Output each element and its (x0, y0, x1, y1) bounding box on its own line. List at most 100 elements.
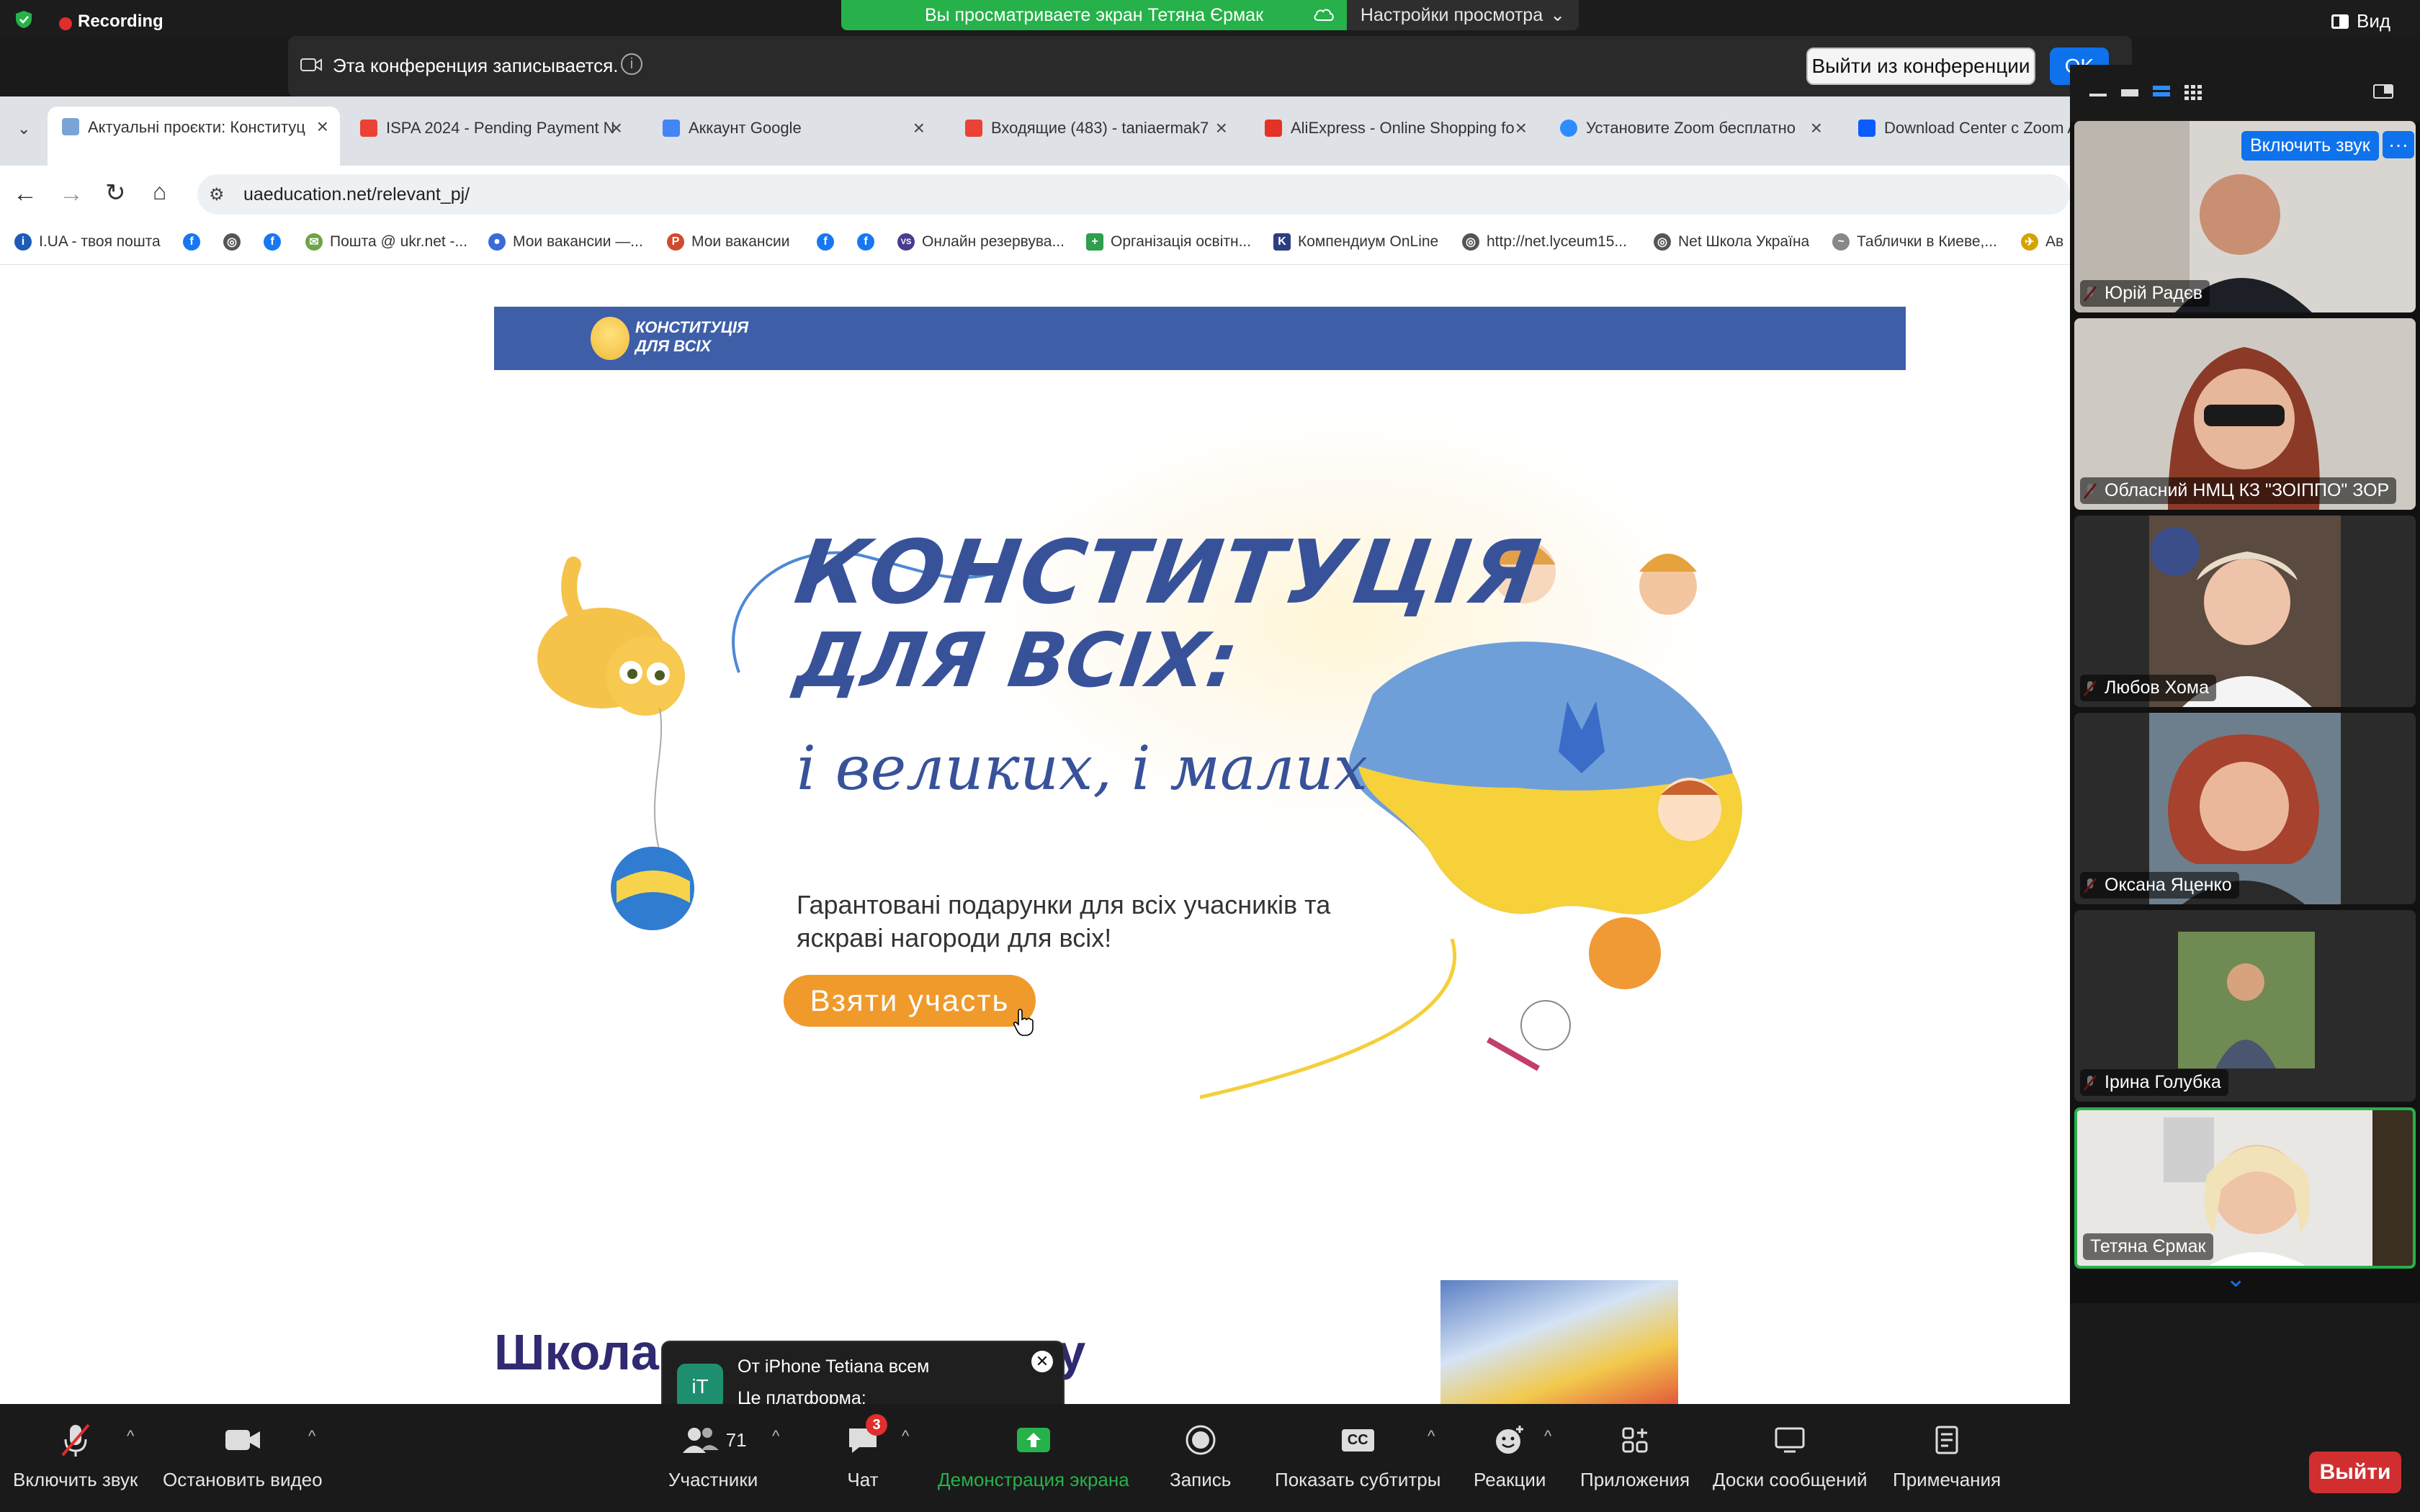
grid-view-icon (2331, 14, 2349, 29)
participant-tile-active-speaker[interactable]: Тетяна Єрмак (2074, 1107, 2416, 1269)
participant-tile[interactable]: Оксана Яценко (2074, 713, 2416, 904)
forward-arrow-icon[interactable]: → (59, 180, 84, 208)
web-page: КОНСТИТУЦІЯ ДЛЯ ВСІХ КОНСТИТУЦІЯ ДЛЯ ВСІ… (0, 265, 2070, 1404)
show-captions-button[interactable]: CC Показать субтитры (1275, 1421, 1440, 1491)
bookmark-label: Мои вакансии —... (513, 233, 643, 250)
participants-button[interactable]: 71 Участники (668, 1421, 758, 1491)
expand-panel-icon[interactable] (2372, 82, 2394, 101)
site-logo-icon[interactable] (591, 317, 629, 360)
close-icon[interactable]: × (1811, 117, 1822, 140)
bookmark[interactable]: f (817, 233, 834, 251)
chat-button[interactable]: 3 Чат (844, 1414, 887, 1491)
leave-meeting-button[interactable]: Выйти (2309, 1452, 2401, 1493)
tab-active[interactable]: Актуальні проєкти: Конституц × (48, 107, 340, 166)
reactions-label: Реакции (1474, 1469, 1546, 1490)
video-options-chevron-icon[interactable]: ^ (308, 1427, 315, 1446)
notes-button[interactable]: Примечания (1893, 1421, 2001, 1491)
participant-tile[interactable]: Включить звук ··· Юрій Радєв (2074, 121, 2416, 312)
bookmark[interactable]: ~ Таблички в Киеве,... (1832, 233, 1997, 251)
bookmark[interactable]: ✈ Ав (2021, 233, 2063, 251)
bookmark-label: Онлайн резервува... (922, 233, 1065, 250)
close-icon[interactable]: × (611, 117, 622, 140)
apps-icon (1616, 1421, 1654, 1459)
bookmark[interactable]: ◎ (223, 233, 241, 251)
tab-label: Download Center c Zoom A (1884, 119, 2070, 137)
unmute-label: Включить звук (13, 1469, 138, 1490)
tab[interactable]: Download Center c Zoom A (1844, 108, 2070, 148)
hand-cursor-icon (1013, 1009, 1034, 1036)
bookmark[interactable]: f (264, 233, 281, 251)
bookmark[interactable]: ◎ http://net.lyceum15... (1462, 233, 1627, 251)
stop-video-button[interactable]: Остановить видео (163, 1421, 323, 1491)
record-button[interactable]: Запись (1170, 1421, 1231, 1491)
captions-options-chevron-icon[interactable]: ^ (1428, 1427, 1435, 1446)
tab[interactable]: AliExpress - Online Shopping fo × (1250, 108, 1538, 148)
minimize-icon[interactable] (2087, 84, 2109, 101)
view-button[interactable]: Вид (2331, 10, 2390, 32)
url-text[interactable]: uaeducation.net/relevant_pj/ (243, 184, 470, 205)
tab[interactable]: ISPA 2024 - Pending Payment N × (346, 108, 634, 148)
bookmark-label: Ав (2045, 233, 2064, 250)
whiteboards-button[interactable]: Доски сообщений (1713, 1421, 1868, 1491)
back-arrow-icon[interactable]: ← (13, 180, 37, 208)
site-settings-icon[interactable]: ⚙ (209, 184, 225, 205)
logo-line-2: ДЛЯ ВСІХ (635, 337, 712, 355)
leave-conference-button[interactable]: Выйти из конференции (1806, 48, 2035, 85)
bookmark[interactable]: i I.UA - твоя пошта (14, 233, 161, 251)
view-settings-dropdown[interactable]: Настройки просмотра ⌄ (1347, 0, 1579, 30)
tab-search-icon[interactable]: ⌄ (17, 120, 30, 138)
participants-count: 71 (725, 1428, 747, 1451)
site-logo-text[interactable]: КОНСТИТУЦІЯ ДЛЯ ВСІХ (635, 318, 748, 356)
speaker-view-icon[interactable] (2119, 84, 2141, 101)
reload-icon[interactable]: ↻ (105, 179, 126, 207)
strip-view-icon[interactable] (2151, 84, 2172, 101)
home-icon[interactable]: ⌂ (153, 179, 166, 205)
close-icon[interactable]: × (1515, 117, 1527, 140)
chat-bubble-icon: 3 (844, 1414, 887, 1459)
bookmark[interactable]: f (857, 233, 874, 251)
participant-tile[interactable]: Любов Хома (2074, 516, 2416, 707)
whiteboard-icon (1771, 1421, 1809, 1459)
shield-icon[interactable] (14, 10, 33, 29)
close-icon[interactable]: ✕ (1031, 1351, 1053, 1372)
recording-dot-icon (59, 17, 72, 30)
info-icon[interactable]: i (621, 53, 642, 75)
audio-options-chevron-icon[interactable]: ^ (127, 1427, 134, 1446)
participant-name: Обласний НМЦ КЗ "ЗОІППО" ЗОР (2080, 477, 2397, 504)
tab[interactable]: Аккаунт Google × (648, 108, 936, 148)
bookmark-icon: P (667, 233, 684, 251)
tab[interactable]: Входящие (483) - taniaermak7 × (951, 108, 1239, 148)
chat-options-chevron-icon[interactable]: ^ (902, 1427, 909, 1446)
unmute-button[interactable]: Включить звук (13, 1421, 138, 1491)
hero-subtitle: Гарантовані подарунки для всіх учасників… (797, 890, 1331, 953)
tab[interactable]: Установите Zoom бесплатно × (1546, 108, 1834, 148)
bookmark[interactable]: ✉ Пошта @ ukr.net -... (305, 233, 467, 251)
participant-name: Ірина Голубка (2080, 1069, 2228, 1096)
bookmark[interactable]: K Компендиум OnLine (1273, 233, 1438, 251)
mail-icon: ✉ (305, 233, 323, 251)
share-screen-button[interactable]: Демонстрация экрана (938, 1421, 1129, 1491)
share-screen-label: Демонстрация экрана (938, 1469, 1129, 1490)
close-icon[interactable]: × (1216, 117, 1227, 140)
bookmark[interactable]: ◎ Net Школа Україна (1654, 233, 1809, 251)
unmute-participant-button[interactable]: Включить звук (2241, 131, 2379, 161)
participant-tile[interactable]: Обласний НМЦ КЗ "ЗОІППО" ЗОР (2074, 318, 2416, 510)
bookmark[interactable]: f (183, 233, 200, 251)
bookmark[interactable]: VS Онлайн резервува... (897, 233, 1065, 251)
apps-button[interactable]: Приложения (1580, 1421, 1690, 1491)
chevron-down-icon[interactable]: ⌄ (2226, 1264, 2246, 1293)
participants-options-chevron-icon[interactable]: ^ (772, 1427, 779, 1446)
close-icon[interactable]: × (913, 117, 925, 140)
grid-view-icon[interactable] (2182, 84, 2204, 101)
reactions-options-chevron-icon[interactable]: ^ (1544, 1427, 1551, 1446)
more-options-button[interactable]: ··· (2383, 131, 2414, 158)
bookmark[interactable]: ● Мои вакансии —... (488, 233, 643, 251)
reactions-button[interactable]: Реакции (1474, 1421, 1546, 1491)
bookmark[interactable]: + Організація освітн... (1086, 233, 1251, 251)
bookmark[interactable]: P Мои вакансии (667, 233, 789, 251)
url-input[interactable]: ⚙ uaeducation.net/relevant_pj/ (197, 174, 2070, 215)
recording-label[interactable]: Recording (78, 12, 163, 32)
take-part-button[interactable]: Взяти участь (784, 975, 1036, 1027)
close-icon[interactable]: × (317, 115, 328, 138)
participant-tile[interactable]: Ірина Голубка (2074, 910, 2416, 1102)
